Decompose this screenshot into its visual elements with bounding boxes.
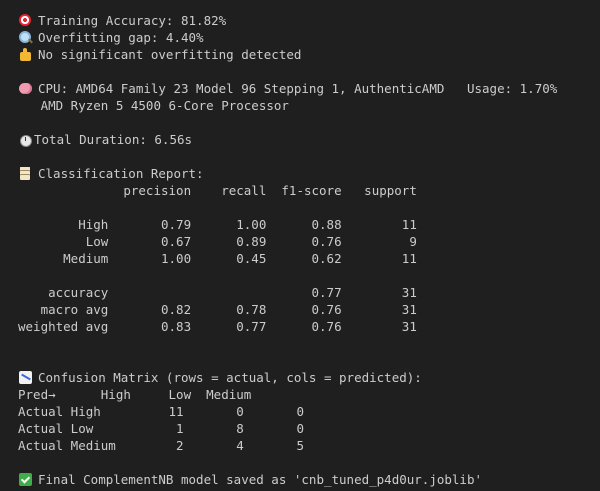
cpu-name-text: AMD Ryzen 5 4500 6-Core Processor [18, 98, 289, 113]
matrix-heading-text: Confusion Matrix (rows = actual, cols = … [38, 370, 422, 385]
report-row-text: macro avg 0.82 0.78 0.76 31 [18, 302, 417, 317]
matrix-row-text: Actual Low 1 8 0 [18, 421, 304, 436]
overfitting-gap-line: Overfitting gap: 4.40% [18, 29, 600, 46]
report-row: macro avg 0.82 0.78 0.76 31 [18, 301, 600, 318]
cpu-text: CPU: AMD64 Family 23 Model 96 Stepping 1… [38, 81, 558, 96]
report-row: accuracy 0.77 31 [18, 284, 600, 301]
matrix-row: Actual Medium 2 4 5 [18, 437, 600, 454]
matrix-heading-line: Confusion Matrix (rows = actual, cols = … [18, 369, 600, 386]
report-row: Medium 1.00 0.45 0.62 11 [18, 250, 600, 267]
matrix-header-line: Pred→ High Low Medium [18, 386, 600, 403]
report-heading-line: Classification Report: [18, 165, 600, 182]
stopwatch-icon [18, 133, 34, 147]
training-accuracy-text: Training Accuracy: 81.82% [38, 13, 227, 28]
magnifier-icon [18, 30, 34, 45]
check-mark-icon [18, 472, 34, 487]
overfitting-gap-text: Overfitting gap: 4.40% [38, 30, 204, 45]
report-row-text: weighted avg 0.83 0.77 0.76 31 [18, 319, 417, 334]
brain-icon [18, 82, 34, 96]
cpu-name-line: AMD Ryzen 5 4500 6-Core Processor [18, 97, 600, 114]
thumbs-up-icon [18, 47, 34, 62]
report-header-line: precision recall f1-score support [18, 182, 600, 199]
matrix-header-text: Pred→ High Low Medium [18, 387, 252, 402]
final-save-text: Final ComplementNB model saved as 'cnb_t… [38, 472, 483, 487]
matrix-row-text: Actual Medium 2 4 5 [18, 438, 304, 453]
duration-line: Total Duration: 6.56s [18, 131, 600, 148]
memo-icon [18, 166, 34, 181]
target-icon [18, 13, 34, 28]
report-heading-text: Classification Report: [38, 166, 204, 181]
matrix-row: Actual Low 1 8 0 [18, 420, 600, 437]
report-row-text: Medium 1.00 0.45 0.62 11 [18, 251, 417, 266]
report-row: weighted avg 0.83 0.77 0.76 31 [18, 318, 600, 335]
training-accuracy-line: Training Accuracy: 81.82% [18, 12, 600, 29]
report-row: Low 0.67 0.89 0.76 9 [18, 233, 600, 250]
overfitting-status-text: No significant overfitting detected [38, 47, 302, 62]
cpu-line: CPU: AMD64 Family 23 Model 96 Stepping 1… [18, 80, 600, 97]
terminal-output: Training Accuracy: 81.82% Overfitting ga… [0, 0, 600, 491]
chart-icon [18, 370, 34, 385]
final-save-line: Final ComplementNB model saved as 'cnb_t… [18, 471, 600, 488]
matrix-row-text: Actual High 11 0 0 [18, 404, 304, 419]
report-row [18, 267, 600, 284]
report-row-text: accuracy 0.77 31 [18, 285, 417, 300]
report-header-text: precision recall f1-score support [18, 183, 417, 198]
report-row-text: Low 0.67 0.89 0.76 9 [18, 234, 417, 249]
duration-text: Total Duration: 6.56s [34, 132, 193, 147]
report-row: High 0.79 1.00 0.88 11 [18, 216, 600, 233]
overfitting-status-line: No significant overfitting detected [18, 46, 600, 63]
report-row-text: High 0.79 1.00 0.88 11 [18, 217, 417, 232]
matrix-row: Actual High 11 0 0 [18, 403, 600, 420]
